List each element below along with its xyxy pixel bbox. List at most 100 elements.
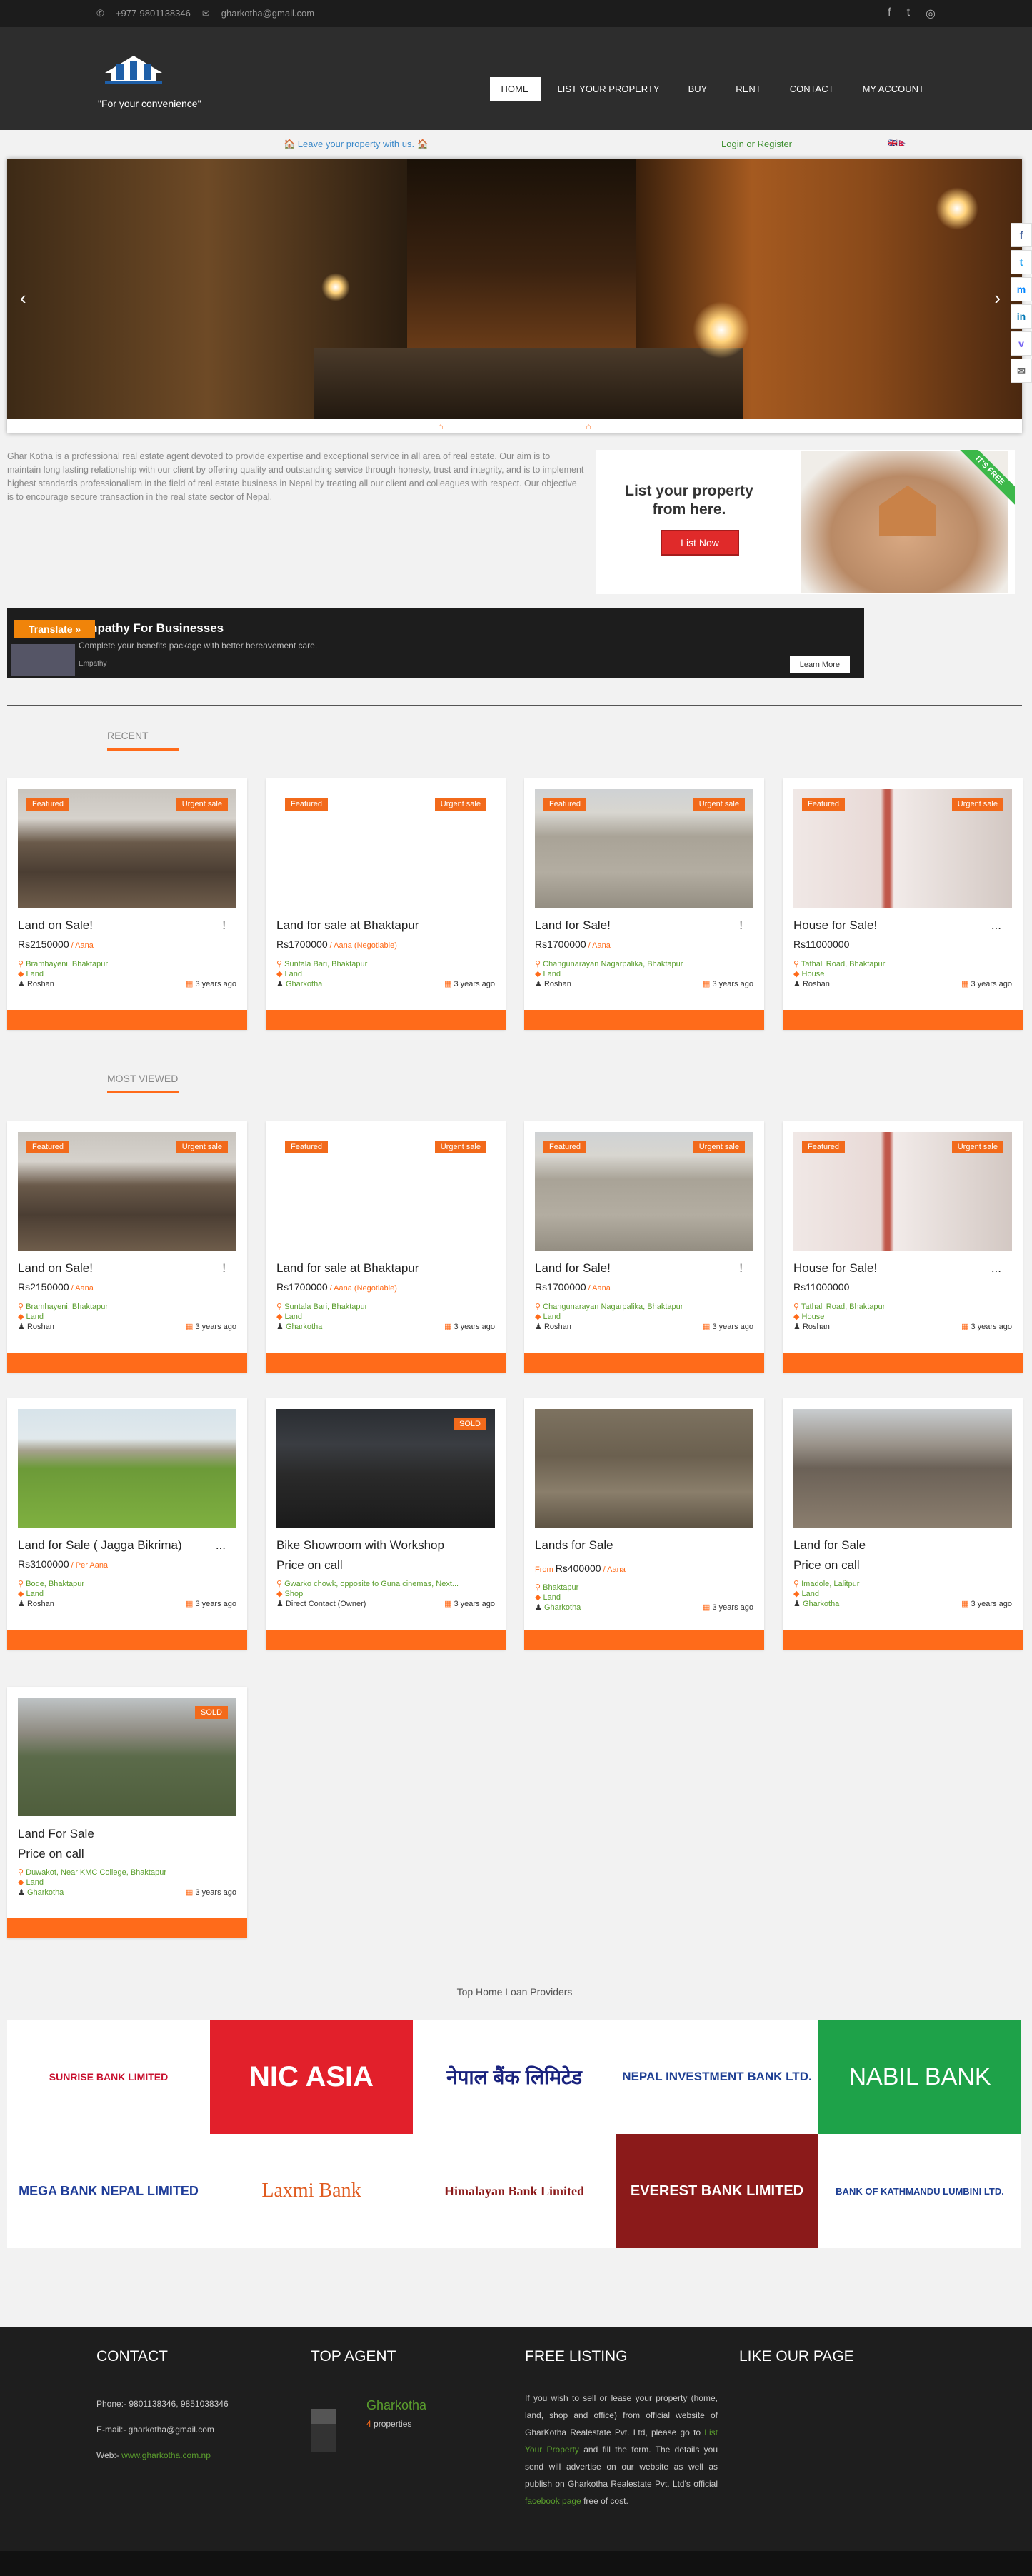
listing-footer-bar[interactable]: [524, 1010, 764, 1030]
listing-type: ◆ Land: [535, 970, 561, 978]
bank-logo-nepal-investment[interactable]: NEPAL INVESTMENT BANK LTD.: [616, 2020, 818, 2134]
listing-footer-bar[interactable]: [266, 1010, 506, 1030]
listing-footer-bar[interactable]: [7, 1630, 247, 1650]
listing-card[interactable]: Featured Urgent sale Land for Sale!! Rs1700…: [524, 1121, 764, 1373]
listing-footer-bar[interactable]: [783, 1630, 1023, 1650]
tag-icon: ◆: [18, 970, 24, 978]
agent-name[interactable]: Gharkotha: [366, 2398, 509, 2412]
bank-logo-nabil[interactable]: NABIL BANK: [818, 2020, 1021, 2134]
featured-badge: Featured: [802, 1141, 846, 1153]
facebook-page-link[interactable]: facebook page: [525, 2496, 581, 2506]
nav-list-property[interactable]: LIST YOUR PROPERTY: [546, 77, 671, 101]
listing-footer-bar[interactable]: [7, 1353, 247, 1373]
login-register-link[interactable]: Login or Register: [721, 139, 792, 149]
listing-card[interactable]: Lands for Sale From Rs400000 / Aana ⚲ Bhak…: [524, 1398, 764, 1650]
listing-title[interactable]: Land for sale at Bhaktapur: [276, 918, 495, 933]
listing-photo[interactable]: [793, 1409, 1012, 1528]
listing-user: ♟ Roshan: [793, 1323, 830, 1331]
facebook-icon[interactable]: f: [1011, 223, 1032, 247]
user-icon: ♟: [18, 1888, 25, 1897]
email-icon[interactable]: ✉: [1011, 359, 1032, 383]
slider-prev-icon[interactable]: ‹: [20, 287, 26, 309]
bank-logo-sunrise[interactable]: SUNRISE BANK LIMITED: [7, 2020, 210, 2134]
bank-logo-himalayan[interactable]: Himalayan Bank Limited: [413, 2134, 616, 2248]
tag-icon: ◆: [535, 970, 541, 978]
site-header: "For your convenience" HOME LIST YOUR PR…: [0, 27, 1032, 130]
listing-type: ◆ Land: [535, 1313, 561, 1321]
listing-footer-bar[interactable]: [266, 1630, 506, 1650]
listing-user: ♟ Gharkotha: [276, 1323, 323, 1331]
listing-footer-bar[interactable]: [7, 1010, 247, 1030]
hero-slider[interactable]: ‹ › ⌂ ⌂: [7, 159, 1022, 433]
listing-card[interactable]: Land for Sale Price on call ⚲ Imadole, Lal…: [783, 1398, 1023, 1650]
sold-badge: SOLD: [195, 1706, 228, 1719]
footer-email[interactable]: E-mail:- gharkotha@gmail.com: [96, 2417, 229, 2442]
listing-card[interactable]: Featured Urgent sale Land on Sale!! Rs21500…: [7, 1121, 247, 1373]
translate-button[interactable]: Translate »: [14, 620, 96, 638]
listing-photo[interactable]: [18, 1409, 236, 1528]
listing-title[interactable]: Land for Sale: [793, 1538, 1012, 1553]
listing-title[interactable]: Bike Showroom with Workshop: [276, 1538, 495, 1553]
tagline: "For your convenience": [98, 98, 201, 109]
listing-title[interactable]: Land for Sale ( Jagga Bikrima)...: [18, 1538, 236, 1553]
twitter-icon[interactable]: t: [907, 6, 910, 21]
list-now-button[interactable]: List Now: [661, 530, 739, 556]
nav-home[interactable]: HOME: [489, 77, 541, 101]
listing-footer-bar[interactable]: [524, 1630, 764, 1650]
top-email[interactable]: gharkotha@gmail.com: [221, 8, 314, 19]
listing-title[interactable]: Land for sale at Bhaktapur: [276, 1261, 495, 1276]
listing-title[interactable]: Land For Sale: [18, 1827, 236, 1841]
bank-logo-nic-asia[interactable]: NIC ASIA: [210, 2020, 413, 2134]
ad-banner[interactable]: Empathy For Businesses Complete your ben…: [7, 608, 864, 678]
listing-card[interactable]: Featured Urgent sale Land for sale at Bhak…: [266, 778, 506, 1030]
linkedin-icon[interactable]: in: [1011, 304, 1032, 329]
bank-logo-nepal-bank[interactable]: नेपाल बैंक लिमिटेड: [413, 2020, 616, 2134]
listing-title[interactable]: Land for Sale!!: [535, 918, 753, 933]
leave-property-link[interactable]: 🏠 Leave your property with us. 🏠: [284, 139, 429, 150]
listing-title[interactable]: Land for Sale!!: [535, 1261, 753, 1276]
listing-footer-bar[interactable]: [783, 1010, 1023, 1030]
bank-logo-mega[interactable]: MEGA BANK NEPAL LIMITED: [7, 2134, 210, 2248]
viber-icon[interactable]: v: [1011, 331, 1032, 356]
listing-card[interactable]: SOLD Bike Showroom with Workshop Price on …: [266, 1398, 506, 1650]
slider-next-icon[interactable]: ›: [994, 287, 1001, 309]
bank-logo-everest[interactable]: EVEREST BANK LIMITED: [616, 2134, 818, 2248]
facebook-icon[interactable]: f: [888, 6, 891, 21]
listing-title[interactable]: Land on Sale!!: [18, 918, 236, 933]
listing-title[interactable]: House for Sale!...: [793, 1261, 1012, 1276]
ad-learn-more-button[interactable]: Learn More: [789, 656, 850, 673]
listing-card[interactable]: Featured Urgent sale Land on Sale!! Rs21500…: [7, 778, 247, 1030]
instagram-icon[interactable]: ◎: [926, 6, 936, 21]
bank-logo-laxmi[interactable]: Laxmi Bank: [210, 2134, 413, 2248]
logo[interactable]: [98, 51, 169, 89]
home-icon[interactable]: ⌂: [586, 421, 591, 431]
listing-footer-bar[interactable]: [783, 1353, 1023, 1373]
listing-footer-bar[interactable]: [7, 1918, 247, 1938]
listing-footer-bar[interactable]: [266, 1353, 506, 1373]
listing-photo[interactable]: [535, 1409, 753, 1528]
listing-meta: ⚲ Changunarayan Nagarpalika, Bhaktapur ◆ …: [535, 1302, 683, 1332]
nav-my-account[interactable]: MY ACCOUNT: [851, 77, 936, 101]
nav-buy[interactable]: BUY: [677, 77, 719, 101]
listing-footer-bar[interactable]: [524, 1353, 764, 1373]
listing-card[interactable]: Featured Urgent sale Land for sale at Bhak…: [266, 1121, 506, 1373]
listing-card[interactable]: Featured Urgent sale Land for Sale!! Rs1700…: [524, 778, 764, 1030]
nav-rent[interactable]: RENT: [724, 77, 772, 101]
listing-title[interactable]: Land on Sale!!: [18, 1261, 236, 1276]
map-marker-icon: ⚲: [276, 960, 283, 968]
home-icon[interactable]: ⌂: [438, 421, 443, 431]
bank-logo-kathmandu-lumbini[interactable]: BANK OF KATHMANDU LUMBINI LTD.: [818, 2134, 1021, 2248]
listing-card[interactable]: Land for Sale ( Jagga Bikrima)... Rs31000…: [7, 1398, 247, 1650]
messenger-icon[interactable]: m: [1011, 277, 1032, 301]
listing-card[interactable]: Featured Urgent sale House for Sale!... Rs1…: [783, 1121, 1023, 1373]
footer-web-link[interactable]: www.gharkotha.com.np: [121, 2450, 211, 2460]
site-footer: CONTACT TOP AGENT FREE LISTING LIKE OUR …: [0, 2327, 1032, 2576]
listing-title[interactable]: Lands for Sale: [535, 1538, 753, 1553]
tag-icon: ◆: [18, 1590, 24, 1598]
listing-title[interactable]: House for Sale!...: [793, 918, 1012, 933]
listing-card[interactable]: Featured Urgent sale House for Sale!... Rs1…: [783, 778, 1023, 1030]
nav-contact[interactable]: CONTACT: [778, 77, 846, 101]
twitter-icon[interactable]: t: [1011, 250, 1032, 274]
listing-card[interactable]: SOLD Land For Sale Price on call ⚲ Duwakot,…: [7, 1687, 247, 1938]
language-flags-icon[interactable]: 🇬🇧🇳🇵: [888, 139, 907, 148]
